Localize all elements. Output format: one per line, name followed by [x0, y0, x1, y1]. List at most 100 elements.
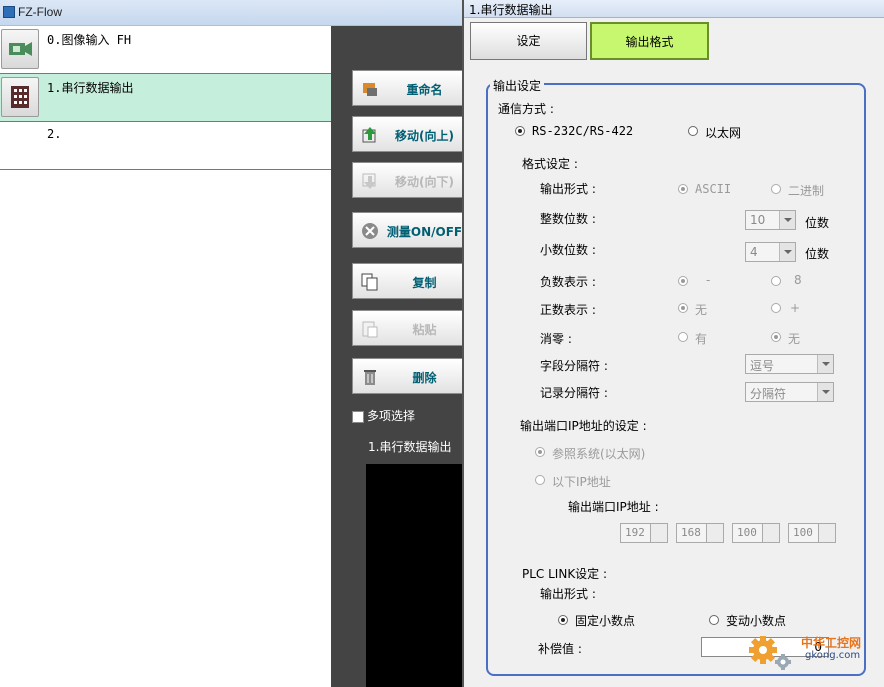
app-icon — [3, 6, 15, 18]
tab-setting[interactable]: 设定 — [470, 22, 587, 60]
flow-item-image-input[interactable]: 0.图像输入 FH — [0, 26, 331, 74]
chevron-down-icon[interactable] — [779, 243, 795, 261]
ip-octet-4-spinner[interactable] — [818, 523, 836, 543]
copy-button[interactable]: 复制 — [352, 263, 467, 299]
move-up-label: 移动(向上) — [395, 129, 454, 143]
chevron-down-icon[interactable] — [817, 355, 833, 373]
record-separator-value: 分隔符 — [750, 387, 787, 401]
gkong-watermark: 中华工控网 gkong.com — [747, 628, 877, 678]
rename-label: 重命名 — [406, 83, 443, 97]
positive-plus-label: + — [790, 301, 801, 315]
int-digits-combo[interactable]: 10 — [745, 210, 796, 230]
delete-button[interactable]: 删除 — [352, 358, 467, 394]
fixed-point-label: 固定小数点 — [575, 614, 636, 628]
output-form-label: 输出形式 : — [540, 182, 596, 196]
ip-octet-value: 168 — [681, 526, 701, 539]
move-up-icon — [362, 127, 376, 143]
ip-system-label: 参照系统(以太网) — [552, 447, 646, 461]
screen: FZ-Flow 0.图像输入 FH 1.串行数据输出 2. 重命名 移动(向上)… — [0, 0, 884, 687]
field-separator-combo[interactable]: 逗号 — [745, 354, 834, 374]
radio-zero-yes[interactable] — [678, 332, 688, 342]
dec-digits-value: 4 — [750, 245, 758, 259]
tab-output-format[interactable]: 输出格式 — [590, 22, 709, 60]
ip-octet-value: 100 — [793, 526, 813, 539]
paste-icon — [362, 321, 378, 338]
flow-window-title: FZ-Flow — [18, 5, 62, 19]
camera-icon — [1, 29, 39, 69]
radio-binary[interactable] — [771, 184, 781, 194]
flow-item-label: 1.串行数据输出 — [47, 81, 134, 95]
radio-fixed-point[interactable] — [558, 615, 568, 625]
field-separator-label: 字段分隔符 : — [540, 359, 608, 373]
copy-label: 复制 — [412, 276, 437, 290]
paste-button[interactable]: 粘贴 — [352, 310, 467, 346]
int-digits-value: 10 — [750, 213, 766, 227]
radio-ip-system[interactable] — [535, 447, 545, 457]
delete-icon — [364, 370, 376, 385]
compensation-label: 补偿值 : — [538, 642, 582, 656]
flow-item-empty[interactable]: 2. — [0, 122, 331, 170]
flow-window-titlebar[interactable]: FZ-Flow — [0, 0, 462, 26]
flow-item-serial-output[interactable]: 1.串行数据输出 — [0, 74, 331, 122]
serial-output-icon — [1, 77, 39, 117]
floating-point-label: 变动小数点 — [726, 614, 787, 628]
comm-method-label: 通信方式 : — [498, 102, 554, 116]
plc-link-label: PLC LINK设定 : — [522, 567, 608, 581]
image-preview — [366, 464, 462, 687]
measure-toggle-label: 测量ON/OFF — [386, 225, 463, 239]
radio-rs232c[interactable] — [515, 126, 525, 136]
negative-label: 负数表示 : — [540, 275, 596, 289]
rename-button[interactable]: 重命名 — [352, 70, 467, 106]
radio-ascii[interactable] — [678, 184, 688, 194]
plc-output-form-label: 输出形式 : — [540, 587, 596, 601]
move-up-button[interactable]: 移动(向上) — [352, 116, 467, 152]
dec-digits-label: 小数位数 : — [540, 243, 596, 257]
ip-octet-3-spinner[interactable] — [762, 523, 780, 543]
radio-positive-none[interactable] — [678, 303, 688, 313]
radio-ethernet[interactable] — [688, 126, 698, 136]
dec-digits-combo[interactable]: 4 — [745, 242, 796, 262]
ip-setting-label: 输出端口IP地址的设定 : — [520, 419, 647, 433]
radio-negative-minus[interactable] — [678, 276, 688, 286]
move-down-label: 移动(向下) — [395, 175, 454, 189]
ascii-label: ASCII — [695, 182, 732, 196]
radio-ip-custom[interactable] — [535, 475, 545, 485]
flow-item-label: 0.图像输入 FH — [47, 33, 132, 47]
watermark-url: gkong.com — [805, 650, 861, 661]
int-digits-label: 整数位数 : — [540, 212, 596, 226]
record-separator-label: 记录分隔符 : — [540, 386, 608, 400]
checkbox-box[interactable] — [352, 410, 364, 423]
record-separator-combo[interactable]: 分隔符 — [745, 382, 834, 402]
multi-select-label: 多项选择 — [367, 409, 416, 423]
positive-label: 正数表示 : — [540, 303, 596, 317]
measure-toggle-icon — [362, 223, 378, 239]
dec-digits-unit: 位数 — [805, 247, 830, 261]
move-down-icon — [362, 173, 376, 189]
zero-suppress-label: 消零 : — [540, 332, 572, 346]
ip-custom-label: 以下IP地址 — [552, 475, 611, 489]
measure-toggle-button[interactable]: 测量ON/OFF — [352, 212, 467, 248]
format-settings-label: 格式设定 : — [522, 157, 578, 171]
serial-output-dialog: 1.串行数据输出 设定 输出格式 输出设定 通信方式 : RS-232C/RS-… — [462, 0, 884, 687]
ip-octet-value: 192 — [625, 526, 645, 539]
delete-label: 删除 — [412, 371, 437, 385]
binary-label: 二进制 — [788, 184, 825, 198]
ip-octet-1-spinner[interactable] — [650, 523, 668, 543]
multi-select-checkbox[interactable]: 多项选择 — [352, 407, 415, 424]
radio-zero-no[interactable] — [771, 332, 781, 342]
radio-negative-8[interactable] — [771, 276, 781, 286]
rs232c-label: RS-232C/RS-422 — [532, 124, 634, 138]
zero-yes-label: 有 — [695, 332, 708, 346]
negative-minus-label: - — [706, 273, 711, 287]
copy-icon — [361, 273, 378, 291]
radio-floating-point[interactable] — [709, 615, 719, 625]
ip-octet-2-spinner[interactable] — [706, 523, 724, 543]
dialog-titlebar[interactable]: 1.串行数据输出 — [464, 0, 884, 18]
output-settings-legend: 输出设定 — [490, 77, 545, 94]
chevron-down-icon[interactable] — [817, 383, 833, 401]
radio-positive-plus[interactable] — [771, 303, 781, 313]
watermark-title: 中华工控网 — [801, 636, 862, 650]
chevron-down-icon[interactable] — [779, 211, 795, 229]
move-down-button[interactable]: 移动(向下) — [352, 162, 467, 198]
zero-no-label: 无 — [788, 332, 801, 346]
